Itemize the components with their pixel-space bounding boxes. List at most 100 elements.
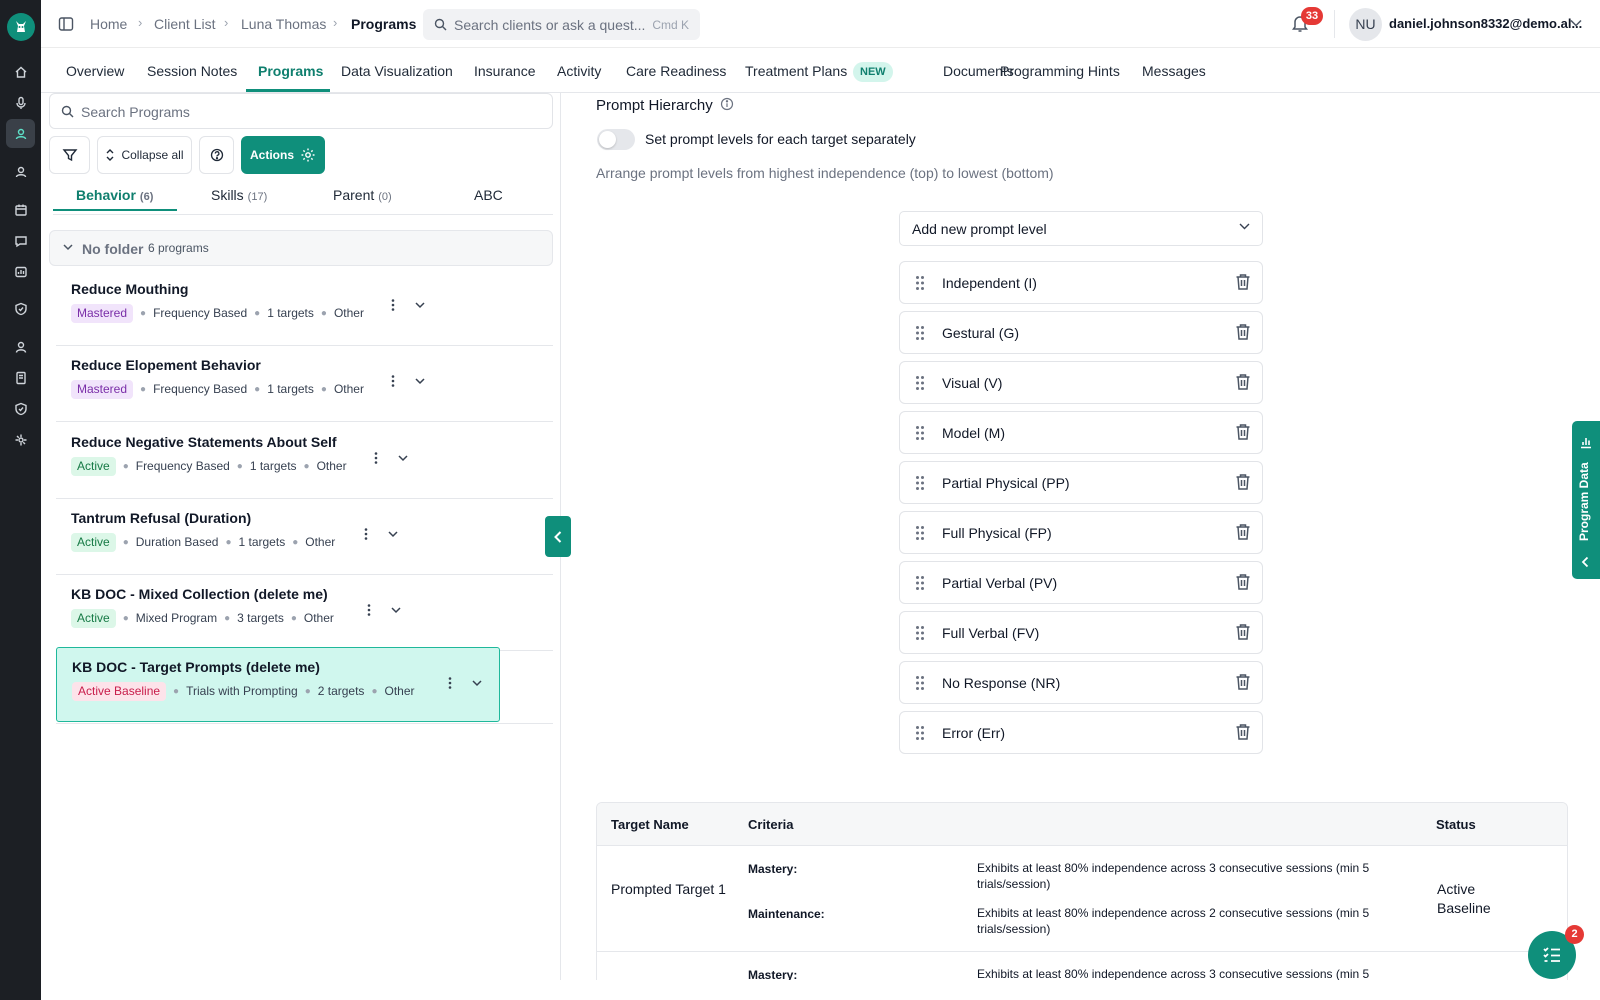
- more-options-icon[interactable]: [443, 676, 457, 690]
- tab-care-readiness[interactable]: Care Readiness: [626, 63, 726, 79]
- collapse-all-button[interactable]: Collapse all: [97, 136, 192, 174]
- info-icon[interactable]: [720, 97, 734, 111]
- subtab-skills[interactable]: Skills (17): [211, 187, 267, 203]
- program-data-tab[interactable]: Program Data: [1572, 421, 1600, 579]
- drag-handle-icon[interactable]: [915, 375, 925, 391]
- prompt-level-row[interactable]: Independent (I): [899, 261, 1263, 304]
- breadcrumb-client[interactable]: Luna Thomas: [241, 16, 326, 32]
- chevron-down-icon[interactable]: [386, 527, 400, 541]
- separate-levels-toggle[interactable]: [597, 129, 635, 150]
- prompt-level-row[interactable]: No Response (NR): [899, 661, 1263, 704]
- microphone-icon[interactable]: [11, 93, 31, 113]
- chevron-down-icon[interactable]: [413, 374, 427, 388]
- program-row[interactable]: Reduce Negative Statements About Self Ac…: [56, 423, 553, 499]
- trash-icon[interactable]: [1235, 623, 1251, 641]
- program-type: Trials with Prompting: [186, 684, 298, 698]
- more-options-icon[interactable]: [386, 374, 400, 388]
- subtab-abc[interactable]: ABC: [474, 187, 503, 203]
- subtab-parent[interactable]: Parent (0): [333, 187, 392, 203]
- tab-programs[interactable]: Programs: [258, 63, 323, 79]
- drag-handle-icon[interactable]: [915, 675, 925, 691]
- prompt-level-row[interactable]: Model (M): [899, 411, 1263, 454]
- chevron-down-icon[interactable]: [389, 603, 403, 617]
- subtab-behavior[interactable]: Behavior (6): [76, 187, 153, 203]
- program-row[interactable]: KB DOC - Mixed Collection (delete me) Ac…: [56, 575, 553, 651]
- security-icon[interactable]: [11, 399, 31, 419]
- program-row[interactable]: Reduce Mouthing Mastered ● Frequency Bas…: [56, 270, 553, 346]
- clients-icon[interactable]: [6, 119, 35, 148]
- actions-button[interactable]: Actions: [241, 136, 325, 174]
- drag-handle-icon[interactable]: [915, 625, 925, 641]
- drag-handle-icon[interactable]: [915, 425, 925, 441]
- tab-session-notes[interactable]: Session Notes: [147, 63, 237, 79]
- divider: [53, 214, 553, 215]
- chevron-down-icon[interactable]: [63, 244, 73, 251]
- user-icon[interactable]: [11, 337, 31, 357]
- more-options-icon[interactable]: [362, 603, 376, 617]
- tab-data-visualization[interactable]: Data Visualization: [341, 63, 453, 79]
- tab-overview[interactable]: Overview: [66, 63, 124, 79]
- add-prompt-level-select[interactable]: Add new prompt level: [899, 211, 1263, 246]
- tab-activity[interactable]: Activity: [557, 63, 601, 79]
- tab-programming-hints[interactable]: Programming Hints: [1000, 63, 1120, 79]
- chevron-down-icon[interactable]: [396, 451, 410, 465]
- table-row[interactable]: Prompted Target 1 Mastery: Exhibits at l…: [597, 846, 1567, 952]
- trash-icon[interactable]: [1235, 523, 1251, 541]
- program-type: Frequency Based: [153, 382, 248, 396]
- trash-icon[interactable]: [1235, 673, 1251, 691]
- help-button[interactable]: [199, 136, 234, 174]
- calendar-icon[interactable]: [11, 200, 31, 220]
- home-icon[interactable]: [11, 62, 31, 82]
- app-logo[interactable]: [7, 13, 35, 41]
- book-icon[interactable]: [11, 368, 31, 388]
- prompt-level-row[interactable]: Visual (V): [899, 361, 1263, 404]
- more-options-icon[interactable]: [359, 527, 373, 541]
- tab-insurance[interactable]: Insurance: [474, 63, 535, 79]
- drag-handle-icon[interactable]: [915, 275, 925, 291]
- program-row[interactable]: Tantrum Refusal (Duration) Active ● Dura…: [56, 499, 553, 575]
- drag-handle-icon[interactable]: [915, 325, 925, 341]
- prompt-level-row[interactable]: Gestural (G): [899, 311, 1263, 354]
- breadcrumb-client-list[interactable]: Client List: [154, 16, 215, 32]
- program-search-input[interactable]: Search Programs: [49, 93, 553, 129]
- filter-button[interactable]: [49, 136, 90, 174]
- breadcrumb-home[interactable]: Home: [90, 16, 127, 32]
- folder-header[interactable]: No folder 6 programs: [49, 230, 553, 266]
- program-row[interactable]: Reduce Elopement Behavior Mastered ● Fre…: [56, 346, 553, 422]
- trash-icon[interactable]: [1235, 273, 1251, 291]
- drag-handle-icon[interactable]: [915, 725, 925, 741]
- chat-icon[interactable]: [11, 231, 31, 251]
- drag-handle-icon[interactable]: [915, 575, 925, 591]
- more-options-icon[interactable]: [369, 451, 383, 465]
- prompt-level-row[interactable]: Partial Verbal (PV): [899, 561, 1263, 604]
- trash-icon[interactable]: [1235, 573, 1251, 591]
- avatar[interactable]: NU: [1349, 8, 1382, 41]
- drag-handle-icon[interactable]: [915, 525, 925, 541]
- tab-messages[interactable]: Messages: [1142, 63, 1206, 79]
- trash-icon[interactable]: [1235, 423, 1251, 441]
- table-row[interactable]: Mastery: Exhibits at least 80% independe…: [597, 953, 1567, 980]
- integrations-icon[interactable]: [11, 430, 31, 450]
- prompt-level-row[interactable]: Full Verbal (FV): [899, 611, 1263, 654]
- sidebar-toggle-icon[interactable]: [58, 16, 74, 32]
- chevron-down-icon[interactable]: [1570, 19, 1582, 27]
- user-email[interactable]: daniel.johnson8332@demo.al...: [1389, 16, 1582, 31]
- prompt-level-row[interactable]: Partial Physical (PP): [899, 461, 1263, 504]
- prompt-level-row[interactable]: Error (Err): [899, 711, 1263, 754]
- trash-icon[interactable]: [1235, 323, 1251, 341]
- billing-icon[interactable]: [11, 262, 31, 282]
- drag-handle-icon[interactable]: [915, 475, 925, 491]
- more-options-icon[interactable]: [386, 298, 400, 312]
- chevron-down-icon[interactable]: [413, 298, 427, 312]
- prompt-level-row[interactable]: Full Physical (FP): [899, 511, 1263, 554]
- trash-icon[interactable]: [1235, 373, 1251, 391]
- trash-icon[interactable]: [1235, 473, 1251, 491]
- trash-icon[interactable]: [1235, 723, 1251, 741]
- global-search-input[interactable]: Search clients or ask a quest... Cmd K: [423, 9, 700, 40]
- collapse-panel-button[interactable]: [545, 516, 571, 557]
- tab-treatment-plans[interactable]: Treatment Plans: [745, 63, 847, 79]
- staff-icon[interactable]: [11, 162, 31, 182]
- chevron-down-icon[interactable]: [470, 676, 484, 690]
- shield-icon[interactable]: [11, 299, 31, 319]
- program-row-selected[interactable]: KB DOC - Target Prompts (delete me) Acti…: [56, 647, 500, 722]
